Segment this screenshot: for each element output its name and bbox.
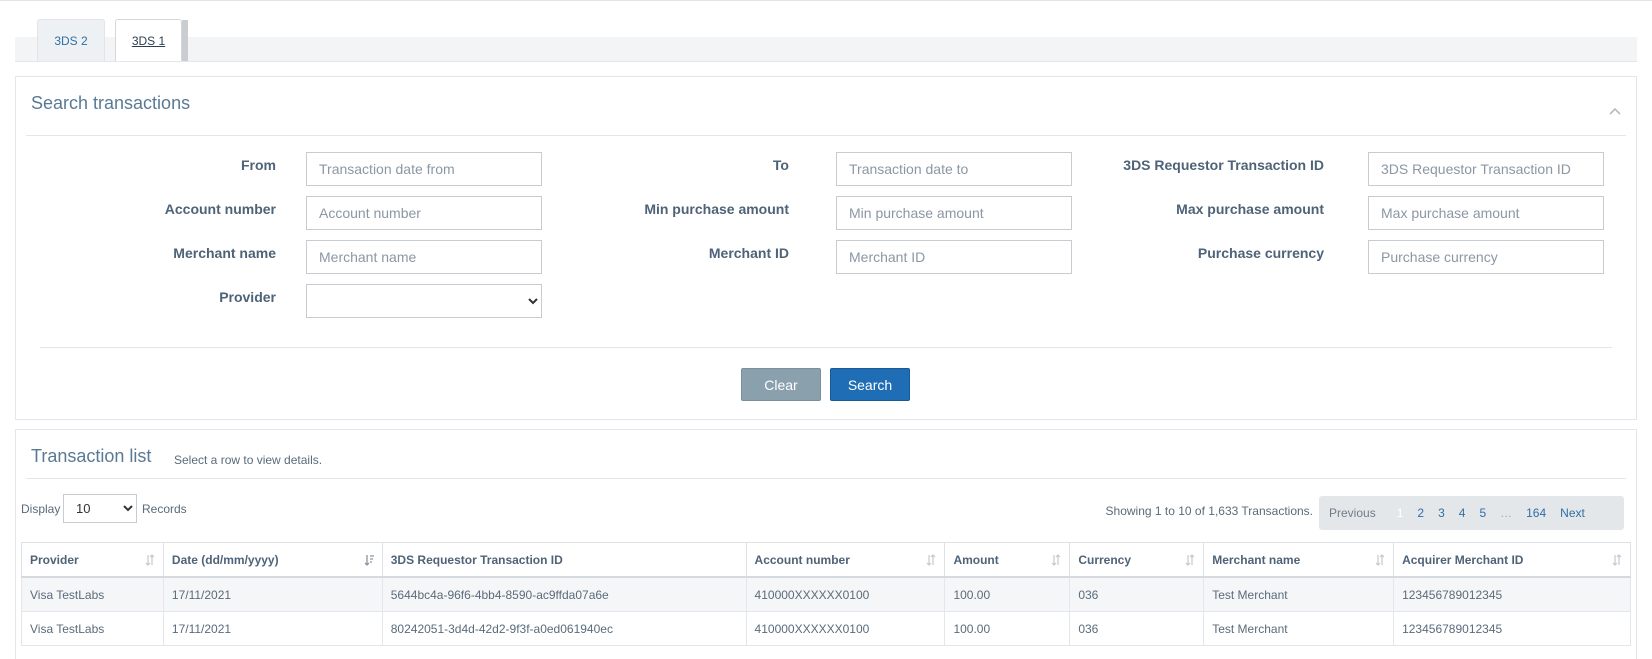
column-header-label: Account number (754, 552, 850, 567)
cell-provider: Visa TestLabs (21, 611, 164, 646)
records-label: Records (142, 502, 187, 516)
min-amount-input[interactable] (836, 196, 1072, 230)
actions-divider (40, 347, 1612, 348)
pagination-page[interactable]: 4 (1452, 506, 1473, 520)
merchant-id-label: Merchant ID (708, 245, 789, 261)
sort-desc-icon[interactable] (364, 554, 374, 566)
table-header-row: Provider Date (dd/mm/yyyy) 3DS Requestor… (21, 542, 1631, 578)
min-amount-label: Min purchase amount (644, 201, 789, 217)
column-header-label: Provider (30, 552, 79, 567)
transaction-table: Provider Date (dd/mm/yyyy) 3DS Requestor… (21, 542, 1631, 646)
account-number-label: Account number (164, 201, 276, 217)
cell-provider: Visa TestLabs (21, 576, 164, 612)
clear-button[interactable]: Clear (741, 368, 821, 401)
cell-amount: 100.00 (944, 611, 1071, 646)
pagination-ellipsis: … (1500, 506, 1513, 520)
chevron-up-icon[interactable] (1609, 105, 1621, 117)
search-divider (26, 135, 1626, 136)
column-header-provider[interactable]: Provider (21, 542, 164, 578)
cell-requestor-id: 5644bc4a-96f6-4bb4-8590-ac9ffda07a6e (381, 576, 747, 612)
search-panel: Search transactions From To 3DS Requesto… (15, 76, 1637, 420)
purchase-currency-input[interactable] (1368, 240, 1604, 274)
merchant-name-label: Merchant name (173, 245, 276, 261)
column-header-requestor-id: 3DS Requestor Transaction ID (381, 542, 747, 578)
pagination-next[interactable]: Next (1553, 506, 1592, 520)
pagination-page[interactable]: 2 (1410, 506, 1431, 520)
top-border (0, 0, 1652, 1)
cell-date: 17/11/2021 (162, 611, 383, 646)
column-header-label: Date (dd/mm/yyyy) (171, 552, 279, 567)
merchant-name-input[interactable] (306, 240, 542, 274)
cell-account: 410000XXXXXX0100 (745, 611, 946, 646)
cell-acquirer-merchant-id: 123456789012345 (1393, 576, 1631, 612)
sort-icon[interactable] (1051, 554, 1061, 566)
sort-icon[interactable] (1185, 554, 1195, 566)
records-per-page-select[interactable]: 10 (63, 494, 137, 523)
cell-requestor-id: 80242051-3d4d-42d2-9f3f-a0ed061940ec (381, 611, 747, 646)
table-row[interactable]: Visa TestLabs 17/11/2021 5644bc4a-96f6-4… (21, 576, 1631, 612)
sort-icon[interactable] (926, 554, 936, 566)
search-panel-title: Search transactions (31, 93, 191, 113)
tab-bar (15, 37, 1637, 62)
column-header-label: Currency (1078, 552, 1132, 567)
tab-3ds1[interactable]: 3DS 1 (115, 19, 182, 61)
cell-acquirer-merchant-id: 123456789012345 (1393, 611, 1631, 646)
table-row[interactable]: Visa TestLabs 17/11/2021 80242051-3d4d-4… (21, 611, 1631, 646)
from-label: From (241, 157, 276, 173)
pagination-page[interactable]: 5 (1472, 506, 1493, 520)
column-header-label: Merchant name (1212, 552, 1301, 567)
cell-currency: 036 (1069, 576, 1205, 612)
max-amount-input[interactable] (1368, 196, 1604, 230)
to-date-input[interactable] (836, 152, 1072, 186)
pagination-previous[interactable]: Previous (1319, 506, 1390, 520)
tab-active-edge (182, 20, 188, 61)
purchase-currency-label: Purchase currency (1197, 245, 1324, 261)
sort-icon[interactable] (145, 554, 155, 566)
column-header-label: 3DS Requestor Transaction ID (390, 552, 563, 567)
pagination-page-current[interactable]: 1 (1390, 506, 1411, 520)
from-date-input[interactable] (306, 152, 542, 186)
cell-currency: 036 (1069, 611, 1205, 646)
column-header-label: Acquirer Merchant ID (1402, 552, 1524, 567)
max-amount-label: Max purchase amount (1176, 201, 1324, 217)
column-header-date[interactable]: Date (dd/mm/yyyy) (162, 542, 383, 578)
column-header-merchant-name[interactable]: Merchant name (1203, 542, 1395, 578)
transaction-list-hint: Select a row to view details. (174, 453, 323, 467)
pagination-page-last[interactable]: 164 (1519, 506, 1553, 520)
sort-icon[interactable] (1375, 554, 1385, 566)
showing-summary: Showing 1 to 10 of 1,633 Transactions. (1105, 504, 1313, 518)
cell-date: 17/11/2021 (162, 576, 383, 612)
provider-label: Provider (219, 289, 276, 305)
cell-amount: 100.00 (944, 576, 1071, 612)
cell-merchant-name: Test Merchant (1203, 611, 1395, 646)
cell-account: 410000XXXXXX0100 (745, 576, 946, 612)
column-header-currency[interactable]: Currency (1069, 542, 1205, 578)
sort-icon[interactable] (1612, 554, 1622, 566)
column-header-amount[interactable]: Amount (944, 542, 1071, 578)
search-button[interactable]: Search (830, 368, 910, 401)
requestor-id-label: 3DS Requestor Transaction ID (1123, 157, 1324, 173)
list-divider (26, 478, 1626, 479)
column-header-label: Amount (953, 552, 999, 567)
merchant-id-input[interactable] (836, 240, 1072, 274)
requestor-id-input[interactable] (1368, 152, 1604, 186)
account-number-input[interactable] (306, 196, 542, 230)
pagination-page[interactable]: 3 (1431, 506, 1452, 520)
transaction-list-title: Transaction list (31, 446, 152, 466)
to-label: To (772, 157, 789, 173)
cell-merchant-name: Test Merchant (1203, 576, 1395, 612)
column-header-account[interactable]: Account number (745, 542, 946, 578)
provider-select[interactable] (306, 284, 542, 318)
display-label: Display (21, 502, 61, 516)
transaction-list-panel: Transaction list Select a row to view de… (15, 429, 1637, 659)
pagination: Previous 1 2 3 4 5 … 164 Next (1319, 496, 1624, 530)
tab-3ds2[interactable]: 3DS 2 (37, 19, 105, 61)
column-header-acquirer-merchant-id[interactable]: Acquirer Merchant ID (1393, 542, 1631, 578)
